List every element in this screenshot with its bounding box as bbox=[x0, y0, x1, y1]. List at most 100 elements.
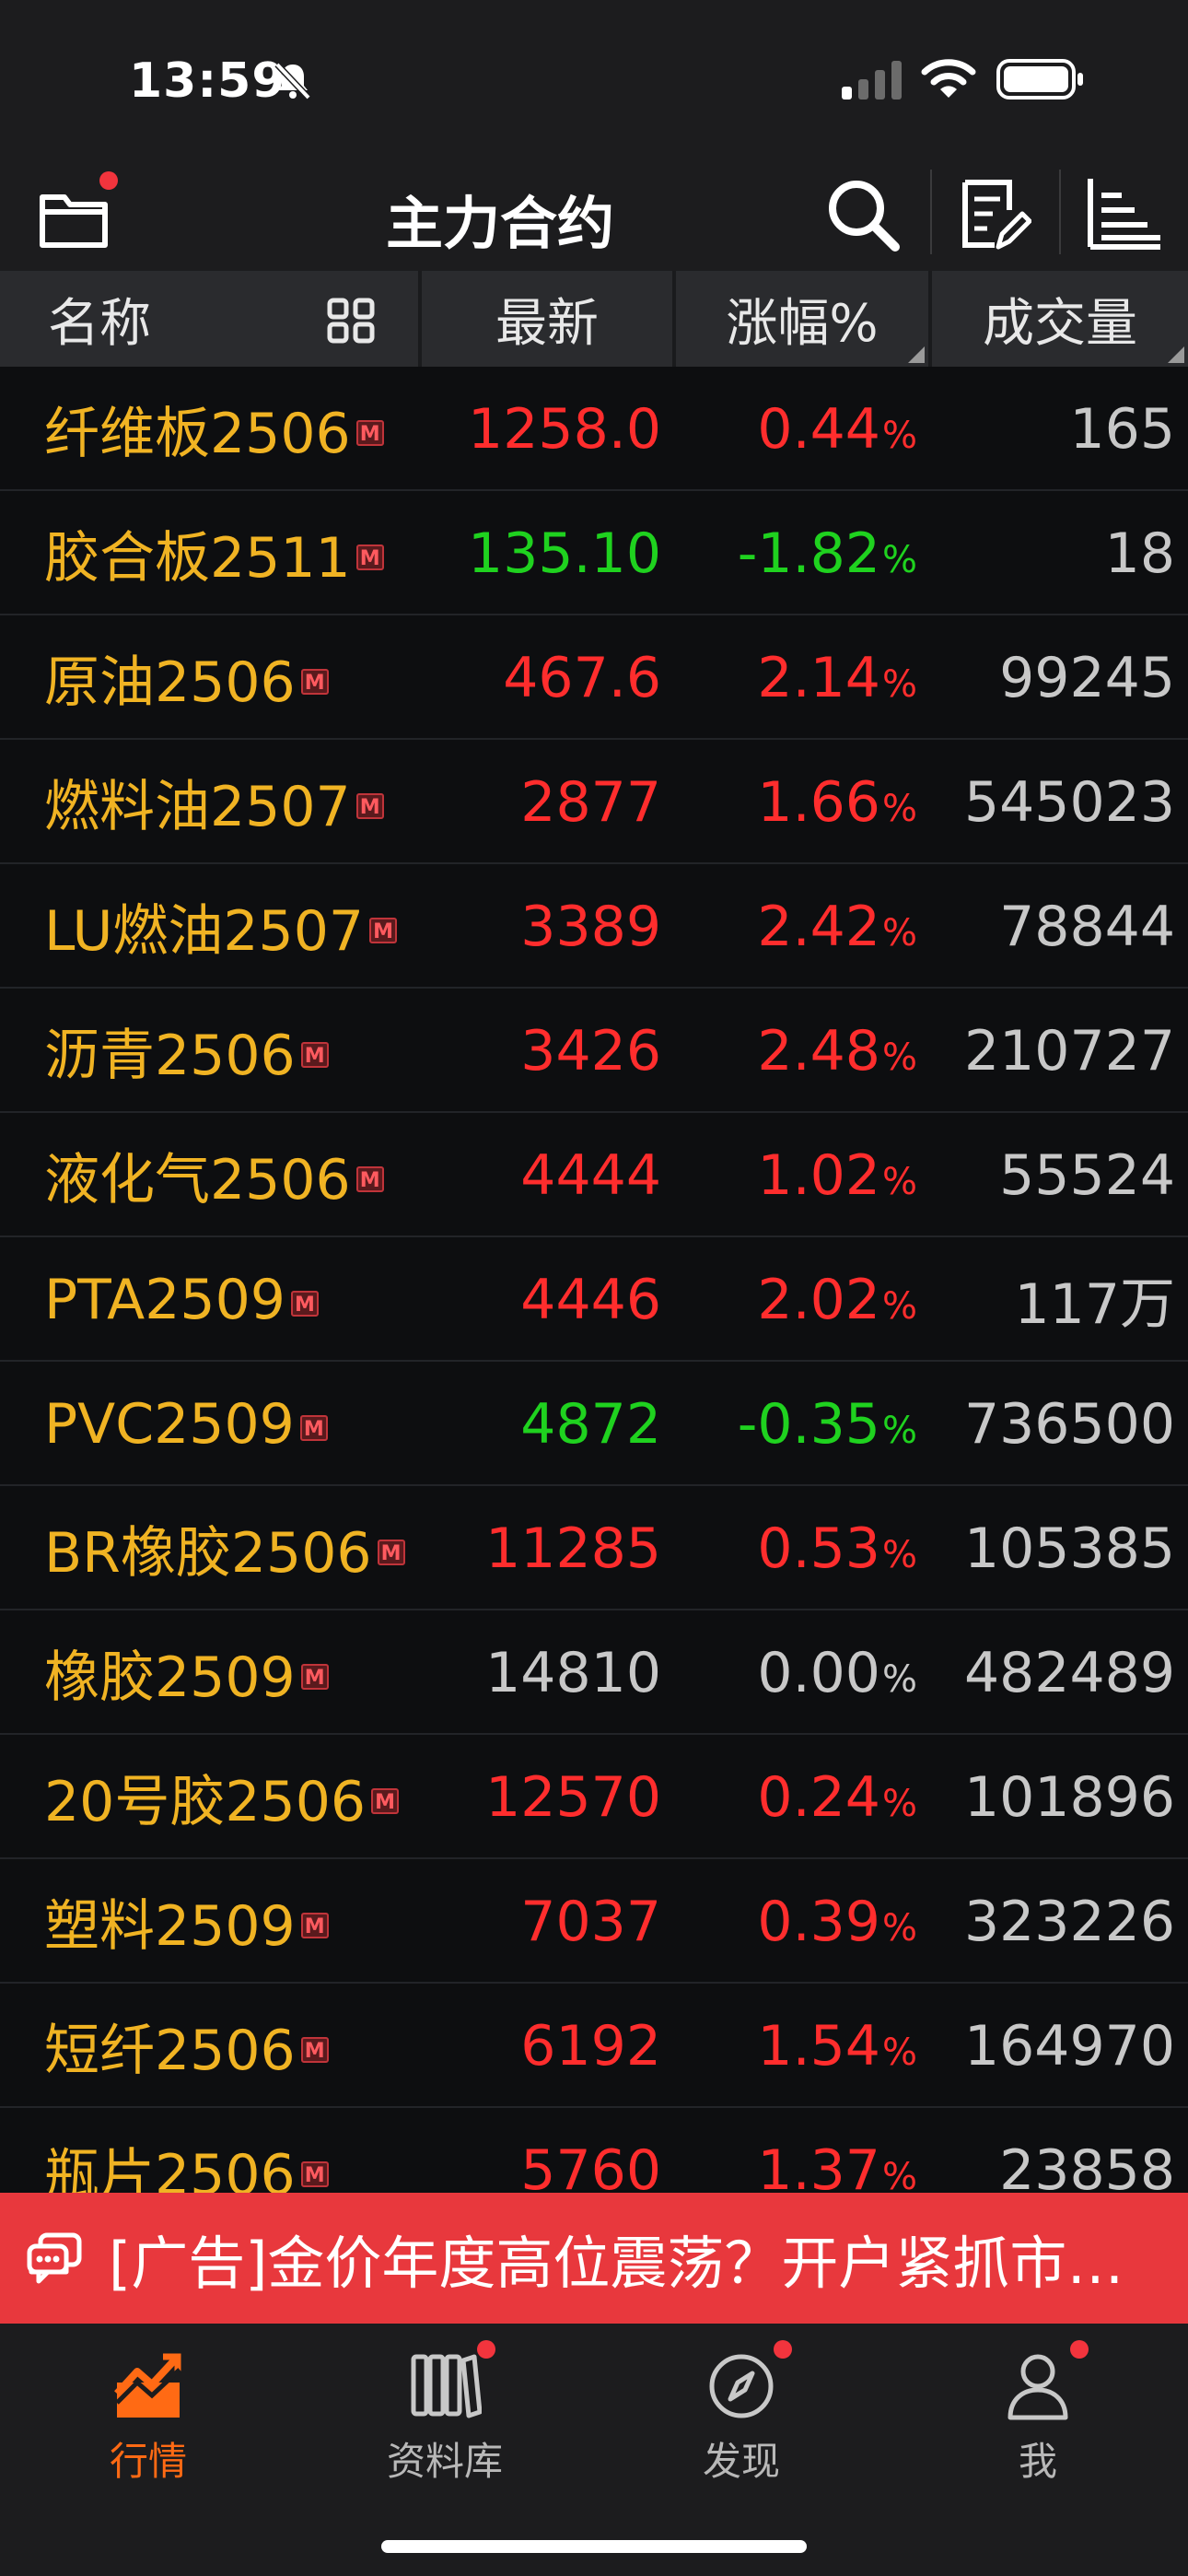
table-row[interactable]: 胶合板2511 M 135.10 -1.82% 18 bbox=[0, 491, 1188, 615]
percent-sign: % bbox=[881, 1160, 917, 1203]
volume: 736500 bbox=[963, 1391, 1175, 1457]
percent-sign: % bbox=[881, 2155, 917, 2198]
column-volume-header[interactable]: 成交量 bbox=[932, 271, 1188, 367]
table-row[interactable]: LU燃油2507 M 3389 2.42% 78844 bbox=[0, 864, 1188, 989]
volume: 323226 bbox=[963, 1889, 1175, 1954]
change-percent-cell: 2.48% bbox=[663, 989, 917, 1113]
change-percent: 0.39 bbox=[757, 1889, 880, 1954]
change-percent: 2.02 bbox=[757, 1267, 880, 1332]
grid-toggle-icon[interactable] bbox=[326, 295, 378, 346]
change-percent: 2.42 bbox=[757, 894, 880, 959]
tab-label: 行情 bbox=[109, 2439, 187, 2484]
column-change-header[interactable]: 涨幅% bbox=[676, 271, 928, 367]
table-row[interactable]: BR橡胶2506 M 11285 0.53% 105385 bbox=[0, 1486, 1188, 1610]
column-name-label: 名称 bbox=[48, 293, 151, 354]
table-row[interactable]: PVC2509 M 4872 -0.35% 736500 bbox=[0, 1362, 1188, 1486]
change-percent-cell: 0.44% bbox=[663, 367, 917, 491]
library-books-icon bbox=[411, 2354, 482, 2418]
latest-price: 3426 bbox=[520, 1018, 661, 1083]
contract-name-cell: BR橡胶2506 M bbox=[44, 1486, 405, 1610]
column-change-label: 涨幅% bbox=[726, 293, 879, 354]
ad-banner[interactable]: [广告]金价年度高位震荡？开户紧抓市… bbox=[0, 2193, 1188, 2324]
main-contract-badge: M bbox=[300, 1041, 329, 1068]
latest-price: 14810 bbox=[485, 1640, 661, 1705]
latest-price: 4872 bbox=[520, 1391, 661, 1457]
tab-label: 我 bbox=[1018, 2439, 1057, 2484]
latest-price: 4446 bbox=[520, 1267, 661, 1332]
person-icon bbox=[1007, 2354, 1068, 2420]
percent-sign: % bbox=[881, 1906, 917, 1950]
contract-name: 塑料2509 bbox=[44, 1894, 296, 1959]
contract-name-cell: PVC2509 M bbox=[44, 1362, 328, 1486]
main-contract-badge: M bbox=[300, 1663, 329, 1690]
contract-name: 沥青2506 bbox=[44, 1024, 296, 1088]
change-percent-cell: 0.24% bbox=[663, 1735, 917, 1859]
table-row[interactable]: 塑料2509 M 7037 0.39% 323226 bbox=[0, 1859, 1188, 1984]
contract-name: 液化气2506 bbox=[44, 1148, 351, 1212]
tab-discover[interactable]: 发现 bbox=[593, 2324, 890, 2508]
sort-corner-icon bbox=[1168, 346, 1184, 363]
column-latest-label: 最新 bbox=[495, 293, 599, 354]
latest-price: 6192 bbox=[520, 2013, 661, 2078]
column-name-header[interactable]: 名称 bbox=[0, 271, 418, 367]
contract-list: 纤维板2506 M 1258.0 0.44% 165 胶合板2511 M 135.10 -1.8… bbox=[0, 367, 1188, 2209]
latest-price: 1258.0 bbox=[468, 396, 661, 462]
change-percent: -0.35 bbox=[737, 1391, 880, 1457]
tab-library[interactable]: 资料库 bbox=[297, 2324, 593, 2508]
status-bar: 13:59 bbox=[0, 0, 1188, 157]
search-icon[interactable] bbox=[821, 173, 904, 256]
tab-me[interactable]: 我 bbox=[890, 2324, 1186, 2508]
nav-divider bbox=[930, 170, 932, 254]
tab-label: 资料库 bbox=[386, 2439, 503, 2484]
volume: 105385 bbox=[963, 1516, 1175, 1581]
change-percent-cell: -0.35% bbox=[663, 1362, 917, 1486]
main-contract-badge: M bbox=[355, 544, 384, 570]
tab-market[interactable]: 行情 bbox=[0, 2324, 297, 2508]
change-percent: 0.00 bbox=[757, 1640, 880, 1705]
volume: 545023 bbox=[963, 769, 1175, 835]
volume: 18 bbox=[1104, 521, 1175, 586]
table-row[interactable]: 液化气2506 M 4444 1.02% 55524 bbox=[0, 1113, 1188, 1237]
percent-sign: % bbox=[881, 787, 917, 830]
contract-name-cell: PTA2509 M bbox=[44, 1237, 319, 1362]
main-contract-badge: M bbox=[300, 2160, 329, 2187]
latest-price: 4444 bbox=[520, 1142, 661, 1208]
contract-name: 橡胶2509 bbox=[44, 1645, 296, 1710]
volume: 210727 bbox=[963, 1018, 1175, 1083]
main-contract-badge: M bbox=[300, 2036, 329, 2063]
table-row[interactable]: 燃料油2507 M 2877 1.66% 545023 bbox=[0, 740, 1188, 864]
table-row[interactable]: 短纤2506 M 6192 1.54% 164970 bbox=[0, 1984, 1188, 2108]
percent-sign: % bbox=[881, 2031, 917, 2074]
volume: 117万 bbox=[1014, 1272, 1175, 1337]
contract-name: 纤维板2506 bbox=[44, 402, 351, 466]
sort-bars-icon[interactable] bbox=[1083, 173, 1166, 256]
change-percent-cell: 1.02% bbox=[663, 1113, 917, 1237]
volume: 55524 bbox=[999, 1142, 1175, 1208]
table-row[interactable]: 原油2506 M 467.6 2.14% 99245 bbox=[0, 615, 1188, 740]
change-percent-cell: 1.66% bbox=[663, 740, 917, 864]
change-percent-cell: 1.54% bbox=[663, 1984, 917, 2108]
table-row[interactable]: 橡胶2509 M 14810 0.00% 482489 bbox=[0, 1610, 1188, 1735]
change-percent: -1.82 bbox=[737, 521, 880, 586]
volume: 482489 bbox=[963, 1640, 1175, 1705]
table-row[interactable]: PTA2509 M 4446 2.02% 117万 bbox=[0, 1237, 1188, 1362]
battery-icon bbox=[996, 59, 1083, 100]
status-time: 13:59 bbox=[129, 53, 286, 109]
table-row[interactable]: 纤维板2506 M 1258.0 0.44% 165 bbox=[0, 367, 1188, 491]
ad-text: [广告]金价年度高位震荡？开户紧抓市… bbox=[109, 2230, 1124, 2297]
cellular-signal-icon bbox=[842, 61, 902, 100]
column-latest-header[interactable]: 最新 bbox=[422, 271, 672, 367]
column-header: 名称 最新 涨幅% 成交量 bbox=[0, 271, 1188, 367]
latest-price: 135.10 bbox=[468, 521, 661, 586]
volume: 101896 bbox=[963, 1764, 1175, 1830]
tab-bar: 行情 资料库 发现 我 bbox=[0, 2324, 1188, 2576]
contract-name-cell: 短纤2506 M bbox=[44, 1984, 329, 2108]
table-row[interactable]: 20号胶2506 M 12570 0.24% 101896 bbox=[0, 1735, 1188, 1859]
main-contract-badge: M bbox=[371, 1787, 400, 1814]
edit-list-icon[interactable] bbox=[958, 173, 1031, 256]
contract-name: 胶合板2511 bbox=[44, 526, 351, 591]
change-percent: 0.44 bbox=[757, 396, 880, 462]
latest-price: 12570 bbox=[485, 1764, 661, 1830]
table-row[interactable]: 沥青2506 M 3426 2.48% 210727 bbox=[0, 989, 1188, 1113]
sort-corner-icon bbox=[908, 346, 925, 363]
